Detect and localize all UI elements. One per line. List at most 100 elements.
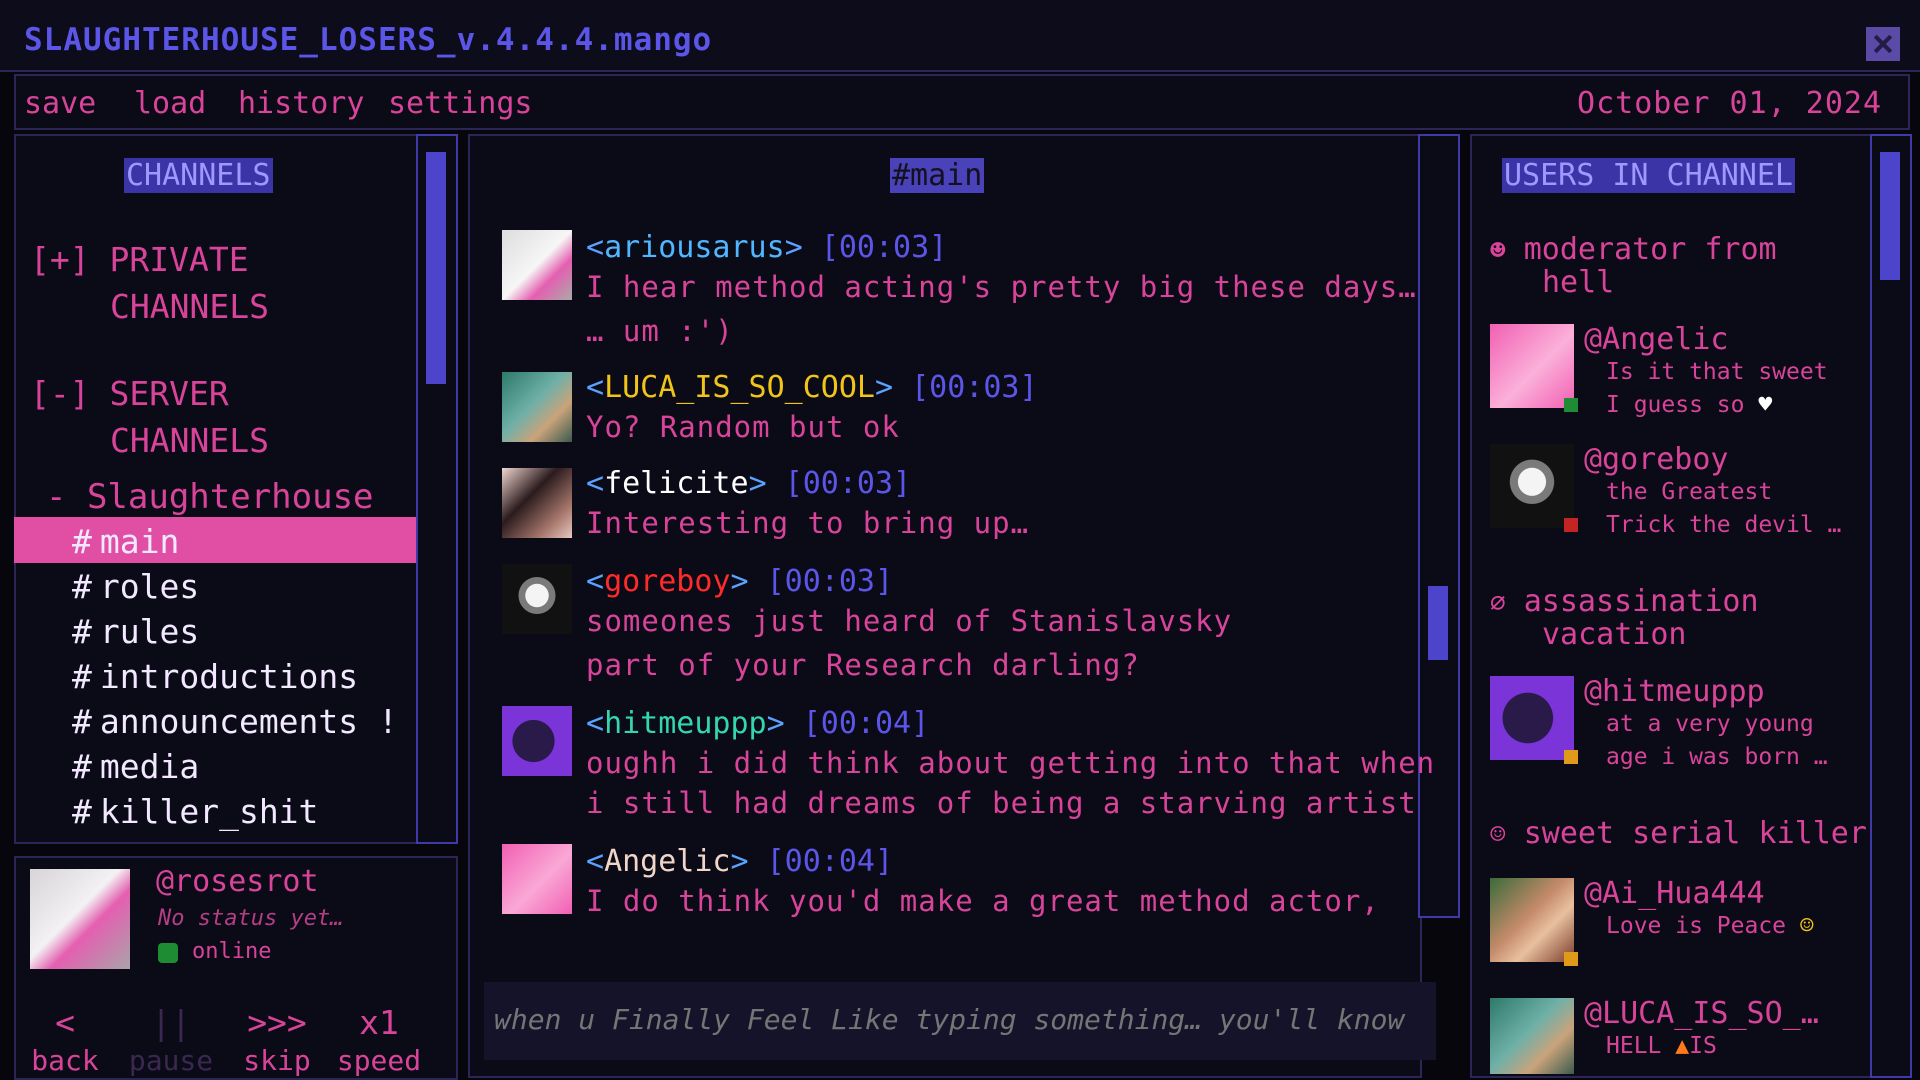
channel-label: introductions [99,657,359,696]
channel-label: main [99,522,180,561]
speed-button[interactable]: speed [334,1044,424,1077]
smiley-icon: ☺ [1490,820,1506,850]
role-label: moderator from [1523,232,1777,267]
message-author[interactable]: Angelic [604,844,730,879]
role-label: sweet serial killer [1523,816,1867,851]
channel-label: killer_shit [99,792,319,831]
message-author[interactable]: felicite [604,466,749,501]
smile-emoji-icon: ☺ [1799,913,1814,939]
message-input[interactable] [492,1002,1432,1037]
menu-save[interactable]: save [24,86,96,121]
online-status-icon [158,943,178,963]
channel-item-roles[interactable]: # roles [72,567,199,606]
channel-item-rules[interactable]: # rules [72,612,199,651]
channel-item-announcements[interactable]: # announcements ! [72,702,398,741]
member-name[interactable]: @Ai_Hua444 [1584,876,1765,911]
channel-item-main[interactable]: # main [72,522,179,561]
member-name[interactable]: @Angelic [1584,322,1729,357]
presence-online-icon [1564,398,1578,412]
private-toggle[interactable]: [+] [30,240,90,279]
message-text: Interesting to bring up… [586,506,1030,540]
channel-label: rules [99,612,200,651]
message-author[interactable]: LUCA_IS_SO_COOL [604,370,875,405]
chat-scroll-thumb[interactable] [1428,586,1448,660]
avatar[interactable] [502,564,572,634]
avatar[interactable] [502,706,572,776]
member-name[interactable]: @LUCA_IS_SO_… [1584,996,1819,1031]
server-channels-category[interactable]: [-] SERVER CHANNELS [30,370,269,464]
profile-handle[interactable]: @rosesrot [156,864,319,899]
message-text: … um :') [586,314,734,348]
avatar[interactable] [1490,676,1574,760]
member-status: Is it that sweet I guess so ♥ [1606,356,1828,422]
speed-icon[interactable]: x1 [334,1003,424,1042]
message-author[interactable]: ariousarus [604,230,785,265]
status-line: HELL [1606,1033,1662,1059]
pause-icon[interactable]: || [126,1003,216,1042]
avatar[interactable] [1490,444,1574,528]
message-author[interactable]: hitmeuppp [604,706,767,741]
close-icon[interactable] [1866,27,1900,61]
channel-label: announcements [99,702,359,741]
users-scroll-thumb[interactable] [1880,152,1900,280]
message-header: <ariousarus> [00:03] [586,230,948,265]
back-button[interactable]: back [20,1044,110,1077]
channel-item-media[interactable]: # media [72,747,199,786]
message-author[interactable]: goreboy [604,564,730,599]
status-line: at a very young [1606,711,1814,737]
member-name[interactable]: @hitmeuppp [1584,674,1765,709]
message-text: Yo? Random but ok [586,410,900,444]
avatar[interactable] [502,468,572,538]
channel-item-introductions[interactable]: # introductions [72,657,358,696]
skip-button[interactable]: skip [232,1044,322,1077]
status-line: Is it that sweet [1606,359,1828,385]
presence-idle-icon [1564,952,1578,966]
message-timestamp: [00:03] [784,466,912,501]
role-label: assassination [1523,584,1759,619]
server-toggle[interactable]: [-] [30,374,90,413]
users-heading: USERS IN CHANNEL [1502,158,1795,193]
message-timestamp: [00:03] [820,230,948,265]
private-label: PRIVATE [109,240,249,279]
role-heading: ☻ moderator from hell [1490,234,1777,299]
chat-scrollbar[interactable] [1418,134,1460,918]
message-header: <Angelic> [00:04] [586,844,894,879]
presence-idle-icon [1564,750,1578,764]
menu-settings[interactable]: settings [388,86,533,121]
message-text: someones just heard of Stanislavsky [586,604,1233,638]
avatar[interactable] [1490,324,1574,408]
avatar[interactable] [502,230,572,300]
skip-icon[interactable]: >>> [232,1003,322,1042]
menu-history[interactable]: history [238,86,364,121]
avatar[interactable] [502,372,572,442]
member-status: the Greatest Trick the devil … [1606,476,1841,542]
pause-button[interactable]: pause [126,1044,216,1077]
avatar[interactable] [30,869,130,969]
status-line: I guess so [1606,392,1745,418]
message-header: <hitmeuppp> [00:04] [586,706,930,741]
member-status: HELL ▲IS [1606,1030,1717,1063]
unread-badge: ! [378,702,398,741]
message-timestamp: [00:03] [911,370,1038,405]
status-line: IS [1689,1033,1717,1059]
avatar[interactable] [1490,878,1574,962]
message-text: i still had dreams of being a starving a… [586,786,1417,820]
channel-item-killer-shit[interactable]: # killer_shit [72,792,318,831]
member-status: Love is Peace ☺ [1606,910,1814,943]
avatar[interactable] [502,844,572,914]
role-label-2: hell [1542,265,1615,300]
message-header: <felicite> [00:03] [586,466,912,501]
avatar[interactable] [1490,998,1574,1074]
member-name[interactable]: @goreboy [1584,442,1729,477]
channels-scroll-thumb[interactable] [426,152,446,384]
message-timestamp: [00:04] [802,706,930,741]
channels-heading: CHANNELS [124,158,273,193]
private-channels-category[interactable]: [+] PRIVATE CHANNELS [30,236,269,330]
back-icon[interactable]: < [20,1003,110,1042]
white-heart-icon: ♥ [1758,392,1773,418]
status-line: the Greatest [1606,479,1773,505]
message-timestamp: [00:04] [766,844,894,879]
menu-load[interactable]: load [134,86,206,121]
server-name[interactable]: - Slaughterhouse [46,477,374,517]
channel-title: #main [890,158,985,193]
